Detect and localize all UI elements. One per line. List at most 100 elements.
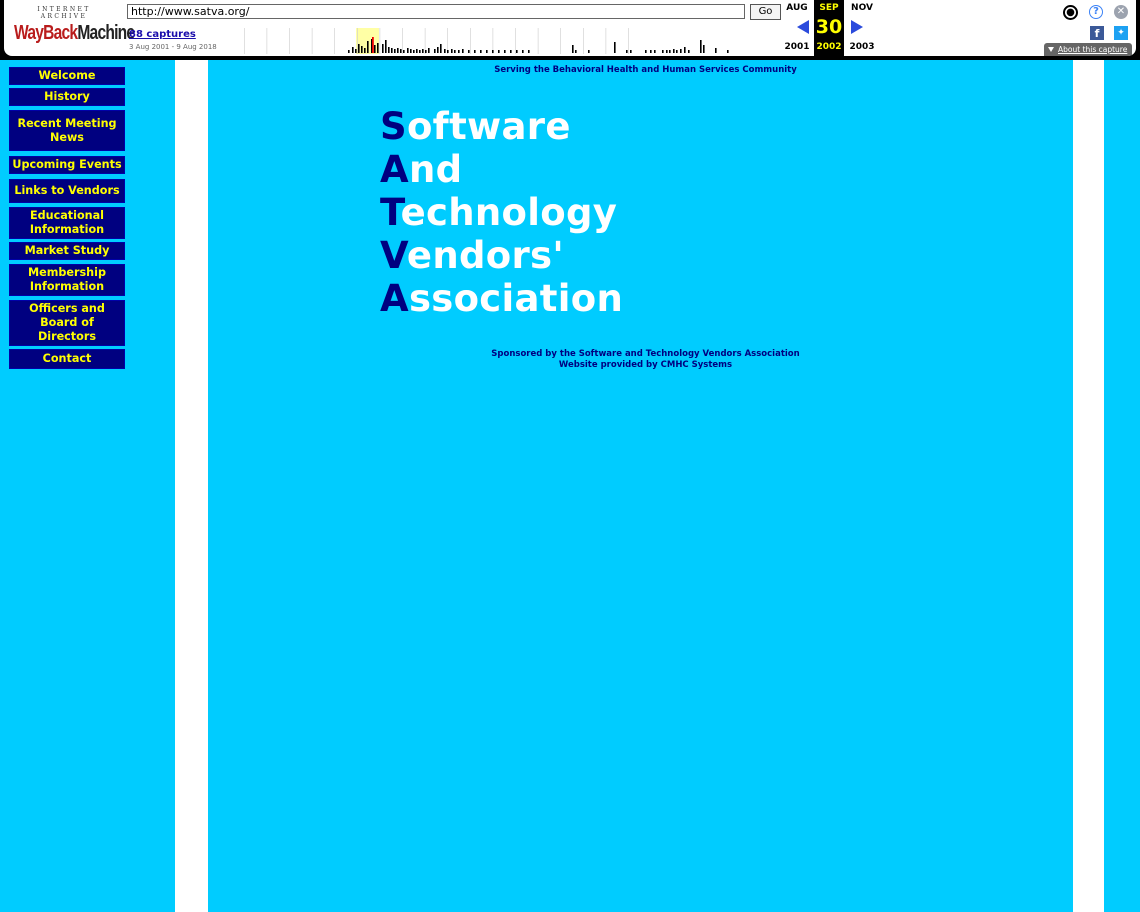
sparkline-bar — [522, 50, 524, 53]
sparkline-bar — [673, 49, 675, 53]
sparkline-bar — [700, 40, 702, 53]
sparkline-bar — [458, 50, 460, 53]
arrow-left-icon[interactable] — [797, 20, 809, 34]
sparkline-bar — [462, 49, 464, 53]
sparkline-bar — [727, 50, 729, 53]
close-icon[interactable]: ✕ — [1114, 5, 1128, 19]
wayback-toolbar: INTERNET ARCHIVE WayBackMachine http://w… — [0, 0, 1140, 60]
sparkline-year-divider — [605, 28, 607, 54]
wayback-logo[interactable]: INTERNET ARCHIVE WayBackMachine — [14, 6, 135, 46]
sparkline-bar — [703, 45, 705, 53]
sparkline-bar — [348, 50, 350, 53]
sparkline-bar — [410, 49, 412, 53]
nav-contact[interactable]: Contact — [9, 349, 125, 369]
capture-date-range: 3 Aug 2001 - 9 Aug 2018 — [129, 43, 217, 51]
title-rest: echnology — [400, 191, 618, 234]
left-white-border — [175, 60, 208, 912]
sparkline-bar — [382, 44, 384, 53]
sparkline-bar — [654, 50, 656, 53]
title-rest: oftware — [406, 105, 571, 148]
sparkline-year-divider — [628, 28, 629, 54]
captures-link[interactable]: 88 captures — [129, 29, 196, 40]
nav-market-study[interactable]: Market Study — [9, 242, 125, 260]
url-input[interactable]: http://www.satva.org/ — [127, 4, 745, 19]
nav-educational-information[interactable]: Educational Information — [9, 207, 125, 239]
sparkline-graph[interactable] — [222, 28, 782, 54]
sparkline-bar — [528, 50, 530, 53]
facebook-icon[interactable]: f — [1090, 26, 1104, 40]
title-line-technology: Technology — [380, 191, 623, 234]
sparkline-year-divider — [583, 28, 584, 54]
nav-officers-board[interactable]: Officers and Board of Directors — [9, 300, 125, 346]
sparkline-bar — [416, 49, 418, 53]
sparkline-year-divider — [379, 28, 381, 54]
right-white-border — [1073, 60, 1104, 912]
sparkline-bar — [468, 50, 470, 53]
help-icon[interactable]: ? — [1089, 5, 1103, 19]
sparkline-bar — [666, 50, 668, 53]
user-icon[interactable]: ● — [1063, 5, 1078, 20]
current-month-column: SEP 30 2002 — [814, 0, 844, 56]
title-line-software: Software — [380, 105, 623, 148]
about-capture-label: About this capture — [1058, 45, 1128, 54]
sparkline-bar — [407, 48, 409, 53]
twitter-icon[interactable]: ✦ — [1114, 26, 1128, 40]
sparkline-year-divider — [357, 28, 358, 54]
sparkline-bar — [662, 50, 664, 53]
next-month-label: NOV — [851, 3, 873, 13]
go-button[interactable]: Go — [750, 4, 781, 20]
title-line-association: Association — [380, 277, 623, 320]
sparkline-bar — [391, 48, 393, 53]
sparkline-bar — [364, 48, 366, 53]
sparkline-year-divider — [515, 28, 516, 54]
nav-welcome[interactable]: Welcome — [9, 67, 125, 85]
sparkline-bar — [400, 49, 402, 53]
sparkline-bar — [428, 48, 430, 53]
sparkline-year-divider — [334, 28, 335, 54]
title-cap: A — [380, 277, 409, 320]
sparkline-bar — [440, 44, 442, 53]
sparkline-bar — [361, 46, 363, 53]
wayback-logo-main-1: WayBack — [14, 22, 78, 44]
sparkline-bar — [444, 49, 446, 53]
next-month-column[interactable]: NOV 2003 — [846, 0, 878, 56]
sparkline-bar — [397, 48, 399, 53]
nav-history[interactable]: History — [9, 88, 125, 106]
main-content: Serving the Behavioral Health and Human … — [208, 60, 1073, 912]
nav-links-to-vendors[interactable]: Links to Vendors — [9, 179, 125, 203]
sparkline-bar — [358, 44, 360, 53]
sparkline-bar — [422, 49, 424, 53]
capture-sparkline[interactable] — [222, 28, 782, 54]
sparkline-bar — [355, 49, 357, 53]
nav-membership-information[interactable]: Membership Information — [9, 264, 125, 296]
wayback-logo-top: INTERNET ARCHIVE — [37, 6, 91, 20]
page-tagline: Serving the Behavioral Health and Human … — [494, 65, 797, 75]
sparkline-bar — [447, 50, 449, 53]
title-cap: V — [380, 234, 407, 277]
sparkline-year-divider — [537, 28, 539, 54]
prev-month-label: AUG — [786, 3, 808, 13]
sparkline-bar — [645, 50, 647, 53]
current-day-label: 30 — [815, 16, 843, 38]
about-capture-button[interactable]: About this capture — [1044, 43, 1132, 56]
sponsor-line: Sponsored by the Software and Technology… — [491, 349, 800, 359]
next-year-label[interactable]: 2003 — [846, 42, 878, 52]
sparkline-bar — [419, 50, 421, 53]
sparkline-bar — [669, 50, 671, 53]
nav-recent-meeting-news[interactable]: Recent Meeting News — [9, 110, 125, 151]
sparkline-year-divider — [560, 28, 561, 54]
prev-year-label[interactable]: 2001 — [781, 42, 813, 52]
sparkline-bar — [474, 50, 476, 53]
sparkline-bar — [715, 48, 717, 53]
title-rest: endors' — [406, 234, 564, 277]
sparkline-bar — [680, 49, 682, 53]
nav-upcoming-events[interactable]: Upcoming Events — [9, 156, 125, 174]
title-rest: ssociation — [408, 277, 624, 320]
sparkline-bar — [437, 47, 439, 53]
sparkline-bar — [684, 47, 686, 53]
sparkline-bar — [630, 50, 632, 53]
sparkline-bar — [367, 41, 369, 53]
sparkline-bar — [413, 50, 415, 53]
title-rest: nd — [408, 148, 463, 191]
sparkline-bar — [575, 50, 577, 53]
